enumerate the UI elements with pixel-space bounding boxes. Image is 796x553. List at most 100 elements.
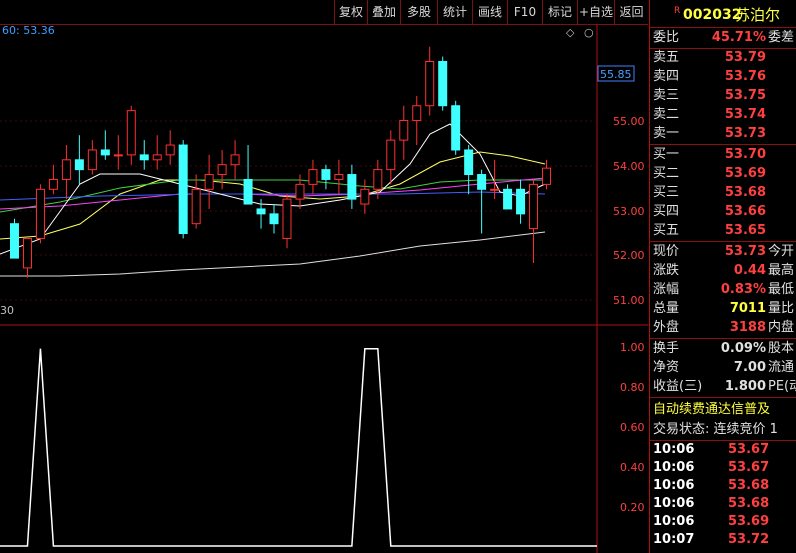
mark-button[interactable]: 标记 xyxy=(542,0,577,24)
f10-button[interactable]: F10 xyxy=(507,0,542,24)
left-edge-label: 30 xyxy=(0,304,14,317)
ticker-banner[interactable]: 自动续费通达信普及 xyxy=(650,400,796,419)
candle-body[interactable] xyxy=(451,105,461,151)
candle-body[interactable] xyxy=(477,174,487,190)
tick-row: 10:06 53.69 xyxy=(653,514,770,529)
bid-row[interactable]: 买二 53.69 xyxy=(650,164,796,183)
chart-settings-icon[interactable]: ◇ xyxy=(566,26,575,39)
candle-body[interactable] xyxy=(204,174,214,190)
stat-row: 涨幅 0.83% 最低 xyxy=(653,282,795,297)
candle-body[interactable] xyxy=(22,237,32,269)
order-ratio-row: 委比 45.71% 委差 xyxy=(653,30,795,45)
candle-body[interactable] xyxy=(9,223,19,259)
stat-row: 涨跌 0.44 最高 xyxy=(653,263,795,278)
stat-row: 外盘 3188 内盘 xyxy=(653,320,795,335)
candle-body[interactable] xyxy=(61,159,71,180)
draw-line-button[interactable]: 画线 xyxy=(472,0,507,24)
candle-body[interactable] xyxy=(87,149,97,171)
candle-body[interactable] xyxy=(152,154,162,161)
tick-row: 10:06 53.67 xyxy=(653,442,770,457)
candle-body[interactable] xyxy=(113,154,123,157)
price-axis-label: 52.00 xyxy=(613,249,645,262)
ma-line-white-short xyxy=(0,123,546,255)
stat-row: 现价 53.73 今开 xyxy=(653,244,795,259)
ma-line-blue xyxy=(0,191,546,201)
price-axis-label: 53.00 xyxy=(613,205,645,218)
restore-rights-button[interactable]: 复权 xyxy=(334,0,367,24)
candle-body[interactable] xyxy=(399,119,409,141)
stat-row: 收益(三) 1.800 PE(动 xyxy=(653,379,796,394)
candle-body[interactable] xyxy=(347,174,357,200)
candle-body[interactable] xyxy=(139,154,149,161)
trade-status: 交易状态: 连续竞价 1 xyxy=(653,422,778,437)
ma-line-green xyxy=(0,179,545,213)
candle-body[interactable] xyxy=(165,144,175,156)
indicator-axis-label: 0.40 xyxy=(620,461,645,474)
stock-header: R 002032 苏泊尔 xyxy=(650,4,796,26)
candle-body[interactable] xyxy=(230,154,240,166)
stat-row: 换手 0.09% 股本 xyxy=(653,341,795,356)
ask-row[interactable]: 卖二 53.74 xyxy=(650,105,796,124)
ma-line-white xyxy=(0,231,546,277)
candle-body[interactable] xyxy=(295,183,305,200)
bid-row[interactable]: 买一 53.70 xyxy=(650,145,796,164)
stock-flag: R xyxy=(674,6,681,16)
indicator-line xyxy=(0,347,597,547)
candle-body[interactable] xyxy=(48,178,58,190)
candle-body[interactable] xyxy=(217,164,227,176)
ma-legend: 60: 53.36 xyxy=(2,24,55,37)
bid-row[interactable]: 买五 53.65 xyxy=(650,221,796,240)
multi-stock-button[interactable]: 多股 xyxy=(400,0,437,24)
chart-toolbar: 复权 叠加 多股 统计 画线 F10 标记 +自选 返回 xyxy=(0,0,648,25)
candle-body[interactable] xyxy=(269,213,279,225)
candle-body[interactable] xyxy=(308,169,318,185)
indicator-axis-label: 0.20 xyxy=(620,501,645,514)
kline-chart[interactable]: 60: 53.36 ◇ ○ 55.85 55.00 54.00 53.00 52… xyxy=(0,24,648,553)
ask-row[interactable]: 卖三 53.75 xyxy=(650,86,796,105)
tick-row: 10:07 53.72 xyxy=(653,532,770,547)
candle-body[interactable] xyxy=(282,198,292,239)
stock-name: 苏泊尔 xyxy=(735,6,781,24)
close-chart-icon[interactable]: ○ xyxy=(584,26,594,39)
candle-body[interactable] xyxy=(74,159,84,171)
add-watchlist-button[interactable]: +自选 xyxy=(577,0,614,24)
candle-body[interactable] xyxy=(503,188,513,210)
candle-body[interactable] xyxy=(373,169,383,190)
quote-panel: R 002032 苏泊尔 委比 45.71% 委差 卖五 53.79 卖四 53.7… xyxy=(649,0,796,553)
candle-body[interactable] xyxy=(516,188,526,215)
candle-body[interactable] xyxy=(529,183,539,230)
candle-body[interactable] xyxy=(464,149,474,176)
candle-body[interactable] xyxy=(334,174,344,180)
indicator-axis-label: 0.60 xyxy=(620,421,645,434)
candle-body[interactable] xyxy=(360,188,370,205)
candle-body[interactable] xyxy=(542,167,552,185)
bid-row[interactable]: 买三 53.68 xyxy=(650,183,796,202)
stat-row: 净资 7.00 流通 xyxy=(653,360,795,375)
candle-body[interactable] xyxy=(256,208,266,215)
ask-row[interactable]: 卖四 53.76 xyxy=(650,67,796,86)
back-button[interactable]: 返回 xyxy=(614,0,648,24)
price-axis-label: 55.00 xyxy=(613,115,645,128)
tick-row: 10:06 53.68 xyxy=(653,496,770,511)
candle-body[interactable] xyxy=(126,110,136,156)
stat-row: 总量 7011 量比 xyxy=(653,301,795,316)
candle-body[interactable] xyxy=(412,105,422,121)
candle-body[interactable] xyxy=(178,144,188,235)
indicator-axis-label: 0.80 xyxy=(620,381,645,394)
candle-body[interactable] xyxy=(438,60,448,107)
candle-body[interactable] xyxy=(191,188,201,225)
statistics-button[interactable]: 统计 xyxy=(437,0,472,24)
overlay-button[interactable]: 叠加 xyxy=(367,0,400,24)
candle-body[interactable] xyxy=(100,149,110,156)
price-axis-label: 51.00 xyxy=(613,294,645,307)
candle-body[interactable] xyxy=(425,60,435,107)
ask-row[interactable]: 卖一 53.73 xyxy=(650,124,796,143)
candle-body[interactable] xyxy=(490,188,500,191)
ask-row[interactable]: 卖五 53.79 xyxy=(650,48,796,67)
stock-code: 002032 xyxy=(683,7,742,23)
candle-body[interactable] xyxy=(243,178,253,205)
candle-body[interactable] xyxy=(321,169,331,180)
bid-row[interactable]: 买四 53.66 xyxy=(650,202,796,221)
candle-body[interactable] xyxy=(386,139,396,171)
candle-body[interactable] xyxy=(35,188,45,239)
